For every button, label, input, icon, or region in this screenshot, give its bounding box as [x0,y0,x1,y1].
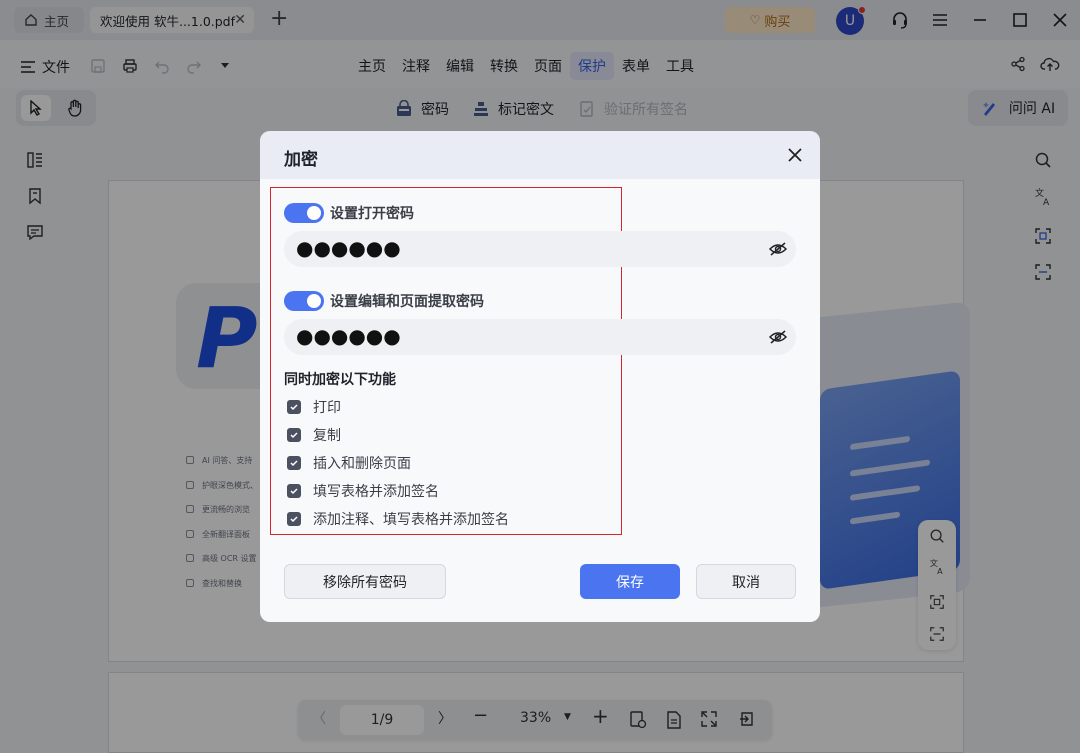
checkbox-checked-icon[interactable] [287,512,301,526]
also-encrypt-title: 同时加密以下功能 [284,372,396,388]
checkbox-checked-icon[interactable] [287,456,301,470]
permission-annotate-fill-sign-row[interactable]: 添加注释、填写表格并添加签名 [287,509,509,529]
permission-fill-sign-row[interactable]: 填写表格并添加签名 [287,481,439,501]
permission-label: 打印 [313,400,341,416]
remove-all-passwords-button[interactable]: 移除所有密码 [284,564,446,599]
open-password-toggle[interactable] [284,203,324,223]
checkbox-checked-icon[interactable] [287,400,301,414]
checkbox-checked-icon[interactable] [287,484,301,498]
save-button[interactable]: 保存 [580,564,680,599]
edit-password-toggle-row: 设置编辑和页面提取密码 [284,291,484,311]
checkbox-checked-icon[interactable] [287,428,301,442]
permission-label: 填写表格并添加签名 [313,484,439,500]
permission-label: 添加注释、填写表格并添加签名 [313,512,509,528]
edit-password-value: ●●●●●● [296,324,401,348]
permission-label: 复制 [313,428,341,444]
permission-label: 插入和删除页面 [313,456,411,472]
dialog-title: 加密 [284,150,318,170]
dialog-header: 加密 [260,131,820,179]
open-password-input[interactable]: ●●●●●● [284,231,796,267]
permission-copy-row[interactable]: 复制 [287,425,341,445]
edit-password-toggle[interactable] [284,291,324,311]
cancel-button[interactable]: 取消 [696,564,796,599]
permission-print-row[interactable]: 打印 [287,397,341,417]
eye-off-icon[interactable] [768,239,788,259]
encrypt-dialog: 加密 设置打开密码 ●●●●●● 设置编辑和页面提取密码 ●●●●●● 同时加密… [260,131,820,622]
open-password-toggle-row: 设置打开密码 [284,203,414,223]
edit-password-input[interactable]: ●●●●●● [284,319,796,355]
close-dialog-icon[interactable] [786,146,804,164]
open-password-value: ●●●●●● [296,236,401,260]
permission-insert-delete-row[interactable]: 插入和删除页面 [287,453,411,473]
edit-password-label: 设置编辑和页面提取密码 [330,294,484,310]
open-password-label: 设置打开密码 [330,206,414,222]
eye-off-icon[interactable] [768,327,788,347]
